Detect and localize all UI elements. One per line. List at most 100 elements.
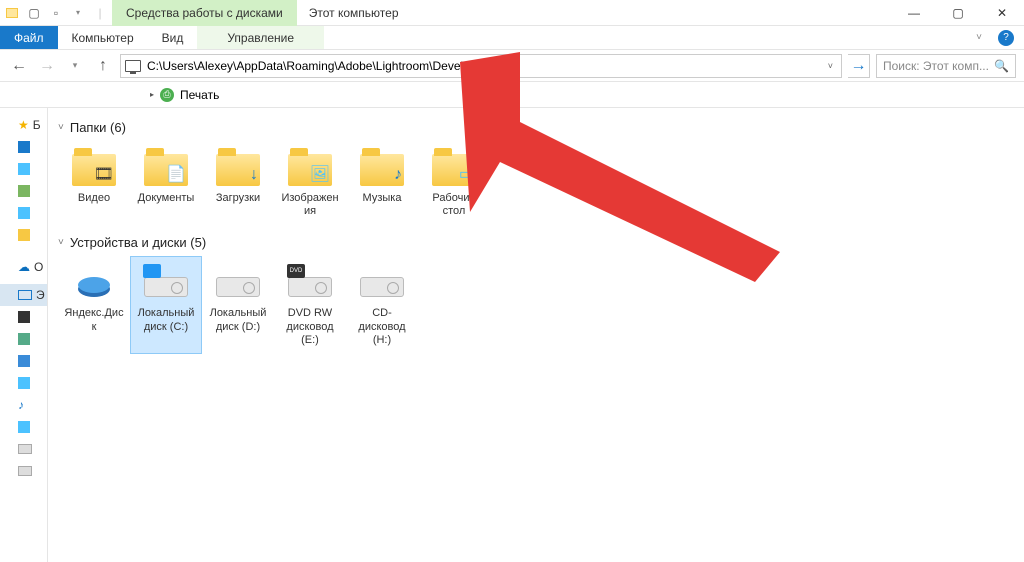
sidebar-item[interactable] xyxy=(0,416,47,438)
qat-new-folder-icon[interactable]: ▫ xyxy=(48,5,64,21)
up-button[interactable]: ↑ xyxy=(92,55,114,77)
computer-icon xyxy=(18,290,32,300)
chevron-down-icon: ˅ xyxy=(58,237,64,248)
computer-icon xyxy=(125,60,141,72)
yandex-disk-icon xyxy=(74,271,114,299)
qat-properties-icon[interactable]: ▢ xyxy=(26,5,42,21)
drive-icon xyxy=(216,277,260,297)
sidebar-item[interactable]: ♪ xyxy=(0,394,47,416)
optical-drive-icon: DVD xyxy=(288,277,332,297)
back-button[interactable]: ← xyxy=(8,55,30,77)
disk-icon xyxy=(18,444,32,454)
optical-drive-icon xyxy=(360,277,404,297)
title-bar: ▢ ▫ ▾ | Средства работы с дисками Этот к… xyxy=(0,0,1024,26)
generic-icon xyxy=(18,141,30,153)
command-bar: ▸ ⎙ Печать xyxy=(0,82,1024,108)
device-local-disk-d[interactable]: Локальный диск (D:) xyxy=(202,256,274,354)
folder-pictures[interactable]: 🖼Изображения xyxy=(274,141,346,225)
desktop-icon xyxy=(18,421,30,433)
sidebar-item-onedrive[interactable]: ☁O xyxy=(0,256,47,278)
qat-dropdown-icon[interactable]: ▾ xyxy=(70,5,86,21)
folder-icon: 🖼 xyxy=(288,154,332,186)
dvd-badge-icon: DVD xyxy=(287,264,305,278)
sidebar-item[interactable] xyxy=(0,306,47,328)
refresh-button[interactable]: → xyxy=(848,54,870,78)
group-title: Папки (6) xyxy=(70,120,126,135)
group-title: Устройства и диски (5) xyxy=(70,235,206,250)
sidebar-item[interactable] xyxy=(0,372,47,394)
drive-icon xyxy=(144,277,188,297)
device-cd[interactable]: CD-дисковод (H:) xyxy=(346,256,418,354)
generic-icon xyxy=(18,163,30,175)
folder-icon: ♪ xyxy=(360,154,404,186)
file-tab[interactable]: Файл xyxy=(0,26,58,49)
qat-separator: | xyxy=(92,5,108,21)
sidebar-item[interactable] xyxy=(0,460,47,482)
address-bar[interactable]: C:\Users\Alexey\AppData\Roaming\Adobe\Li… xyxy=(120,54,842,78)
folders-row: 🎞Видео 📄Документы ↓Загрузки 🖼Изображения… xyxy=(58,141,1014,225)
music-icon: ♪ xyxy=(18,398,24,412)
group-header-folders[interactable]: ˅ Папки (6) xyxy=(58,120,1014,135)
group-header-devices[interactable]: ˅ Устройства и диски (5) xyxy=(58,235,1014,250)
content-pane: ˅ Папки (6) 🎞Видео 📄Документы ↓Загрузки … xyxy=(48,108,1024,562)
chevron-down-icon: ˅ xyxy=(58,122,64,133)
video-icon xyxy=(18,311,30,323)
maximize-button[interactable]: ▢ xyxy=(936,0,980,26)
close-button[interactable]: ✕ xyxy=(980,0,1024,26)
search-input[interactable]: Поиск: Этот комп... 🔍 xyxy=(876,54,1016,78)
context-tab-manage[interactable]: Управление xyxy=(197,26,324,49)
tab-view[interactable]: Вид xyxy=(148,26,198,49)
folder-desktop[interactable]: ▭Рабочий стол xyxy=(418,141,490,225)
sidebar-item[interactable] xyxy=(0,438,47,460)
sidebar-item[interactable] xyxy=(0,158,47,180)
download-icon xyxy=(18,355,30,367)
forward-button[interactable]: → xyxy=(36,55,58,77)
generic-icon xyxy=(18,185,30,197)
folder-icon: 🎞 xyxy=(72,154,116,186)
generic-icon xyxy=(18,207,30,219)
sidebar-item[interactable] xyxy=(0,180,47,202)
folder-icon: ▭ xyxy=(432,154,476,186)
sidebar-item[interactable] xyxy=(0,328,47,350)
folder-videos[interactable]: 🎞Видео xyxy=(58,141,130,225)
navigation-bar: ← → ▾ ↑ C:\Users\Alexey\AppData\Roaming\… xyxy=(0,50,1024,82)
picture-icon xyxy=(18,377,30,389)
sidebar-item[interactable] xyxy=(0,202,47,224)
search-placeholder: Поиск: Этот комп... xyxy=(883,59,989,73)
device-local-disk-c[interactable]: Локальный диск (C:) xyxy=(130,256,202,354)
device-dvd-rw[interactable]: DVDDVD RW дисковод (E:) xyxy=(274,256,346,354)
sidebar-item-thispc[interactable]: Э xyxy=(0,284,47,306)
chevron-right-icon[interactable]: ▸ xyxy=(150,90,154,99)
help-icon[interactable]: ? xyxy=(998,30,1014,46)
print-icon: ⎙ xyxy=(160,88,174,102)
folder-downloads[interactable]: ↓Загрузки xyxy=(202,141,274,225)
cloud-icon: ☁ xyxy=(18,260,30,274)
address-text: C:\Users\Alexey\AppData\Roaming\Adobe\Li… xyxy=(147,59,511,73)
star-icon: ★ xyxy=(18,118,29,132)
folder-documents[interactable]: 📄Документы xyxy=(130,141,202,225)
print-label[interactable]: Печать xyxy=(180,88,219,102)
disk-icon xyxy=(18,466,32,476)
address-dropdown-icon[interactable]: ˅ xyxy=(824,61,837,71)
windows-badge-icon xyxy=(143,264,161,278)
sidebar-item[interactable] xyxy=(0,224,47,246)
ribbon-tabs: Файл Компьютер Вид Управление ˅ ? xyxy=(0,26,1024,50)
minimize-button[interactable]: — xyxy=(892,0,936,26)
generic-icon xyxy=(18,229,30,241)
document-icon xyxy=(18,333,30,345)
quick-access-toolbar: ▢ ▫ ▾ | xyxy=(0,5,112,21)
sidebar-item[interactable] xyxy=(0,350,47,372)
app-icon[interactable] xyxy=(4,5,20,21)
folder-icon: ↓ xyxy=(216,154,260,186)
search-icon: 🔍 xyxy=(994,59,1009,73)
device-yandex-disk[interactable]: Яндекс.Диск xyxy=(58,256,130,354)
sidebar-item[interactable] xyxy=(0,136,47,158)
sidebar-item-quickaccess[interactable]: ★Б xyxy=(0,114,47,136)
folder-icon: 📄 xyxy=(144,154,188,186)
ribbon-collapse-icon[interactable]: ˅ xyxy=(968,32,990,43)
tab-computer[interactable]: Компьютер xyxy=(58,26,148,49)
navigation-pane: ★Б ☁O Э ♪ xyxy=(0,108,48,562)
folder-music[interactable]: ♪Музыка xyxy=(346,141,418,225)
recent-locations-icon[interactable]: ▾ xyxy=(64,55,86,77)
window-title: Этот компьютер xyxy=(297,6,411,20)
